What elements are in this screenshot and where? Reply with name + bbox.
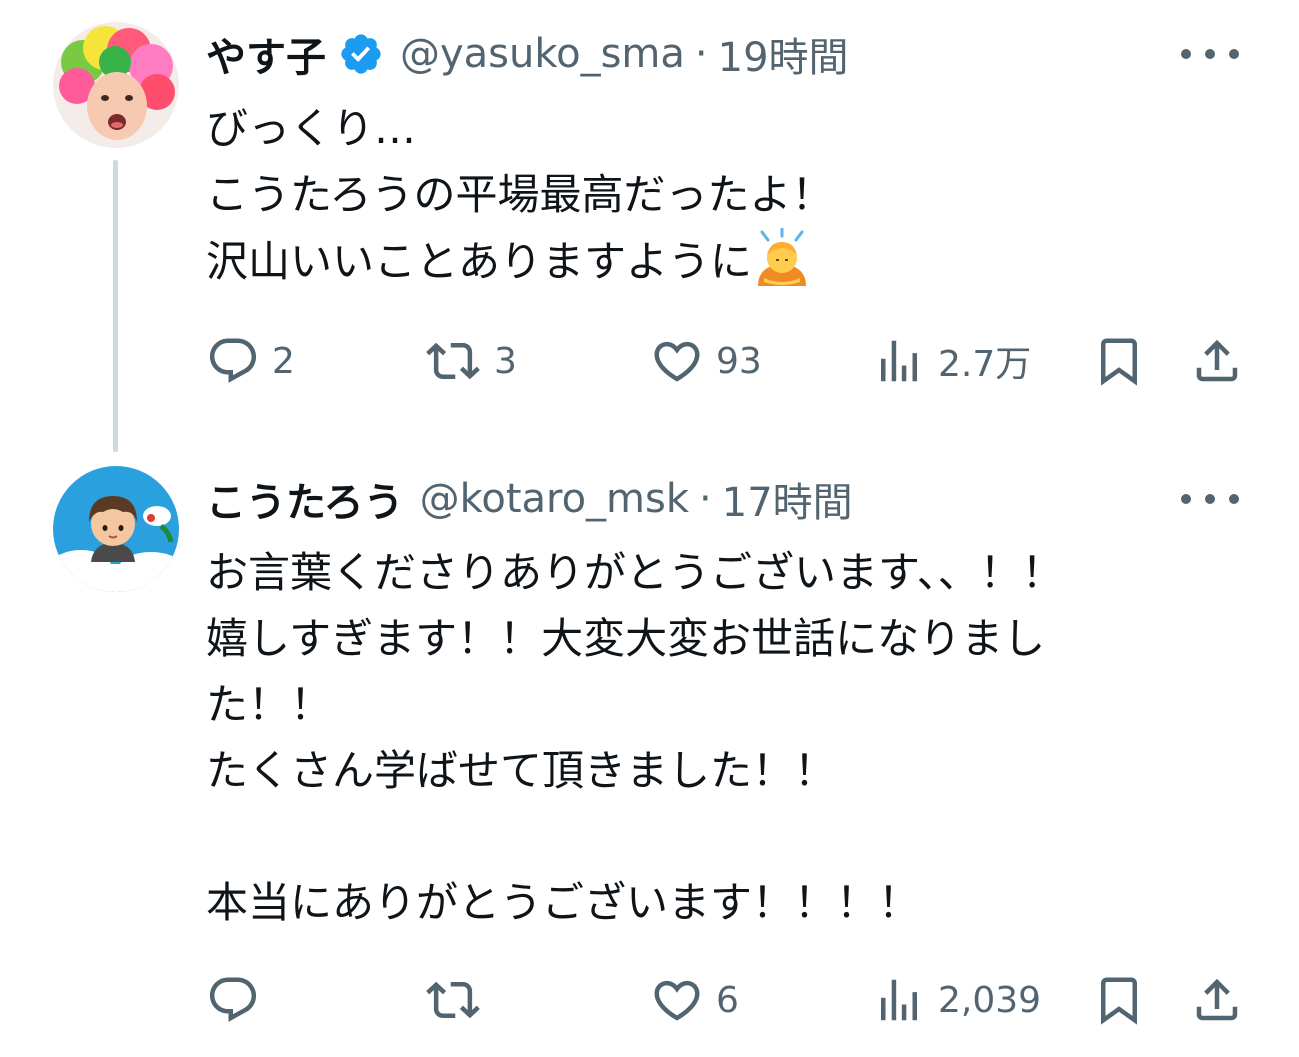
more-icon[interactable] xyxy=(1181,36,1239,72)
separator-dot: · xyxy=(694,31,708,77)
tweet-actions: 2 3 93 2.7万 xyxy=(206,329,1246,393)
like-icon xyxy=(650,334,704,388)
person-bowing-emoji-icon xyxy=(752,226,812,286)
share-button[interactable] xyxy=(1190,329,1244,393)
reply-button[interactable]: 2 xyxy=(206,329,295,393)
views-icon xyxy=(872,334,926,388)
like-icon xyxy=(650,973,704,1027)
reply-count: 2 xyxy=(272,340,295,382)
retweet-icon xyxy=(424,334,482,388)
more-icon[interactable] xyxy=(1181,481,1239,517)
share-icon xyxy=(1190,973,1244,1027)
tweet-line: たくさん学ばせて頂きました！！ xyxy=(206,746,837,795)
reply-button[interactable] xyxy=(206,968,272,1032)
views-count: 2,039 xyxy=(938,979,1042,1021)
bookmark-icon xyxy=(1092,973,1146,1027)
display-name[interactable]: やす子 xyxy=(206,25,326,83)
bookmark-icon xyxy=(1092,334,1146,388)
avatar-kotaro[interactable] xyxy=(53,466,179,592)
tweet-line: こうたろうの平場最高だったよ！ xyxy=(206,170,834,219)
tweet-line: 嬉しすぎます！！大変大変お世話になりまし xyxy=(206,614,1046,663)
avatar-yasuko[interactable] xyxy=(53,22,179,148)
retweet-count: 3 xyxy=(494,340,517,382)
retweet-button[interactable]: 3 xyxy=(424,329,517,393)
views-icon xyxy=(872,973,926,1027)
thread-connector-line xyxy=(113,160,118,452)
share-button[interactable] xyxy=(1190,968,1244,1032)
views-count: 2.7万 xyxy=(938,344,1032,385)
tweet-actions: 6 2,039 xyxy=(206,968,1246,1032)
share-icon xyxy=(1190,334,1244,388)
display-name[interactable]: こうたろう xyxy=(206,470,404,528)
tweet-line: 沢山いいことありますように xyxy=(206,237,753,286)
tweet-header: やす子 @yasuko_sma · 19時間 xyxy=(206,24,1239,84)
tweet-text: びっくり… こうたろうの平場最高だったよ！ 沢山いいことありますように xyxy=(206,96,1219,295)
reply-icon xyxy=(206,973,260,1027)
bookmark-button[interactable] xyxy=(1092,329,1146,393)
retweet-icon xyxy=(424,973,482,1027)
tweet-line: お言葉くださりありがとうございます、、！！ xyxy=(206,548,1064,597)
like-button[interactable]: 6 xyxy=(650,968,739,1032)
like-count: 6 xyxy=(716,979,739,1021)
timestamp[interactable]: 17時間 xyxy=(722,470,853,528)
bookmark-button[interactable] xyxy=(1092,968,1146,1032)
reply-icon xyxy=(206,334,260,388)
like-button[interactable]: 93 xyxy=(650,329,762,393)
verified-badge-icon xyxy=(338,31,384,77)
views-button[interactable]: 2.7万 xyxy=(872,329,1031,393)
like-count: 93 xyxy=(716,340,762,382)
tweet-text: お言葉くださりありがとうございます、、！！ 嬉しすぎます！！大変大変お世話になりま… xyxy=(206,540,1219,936)
views-button[interactable]: 2,039 xyxy=(872,968,1041,1032)
timestamp[interactable]: 19時間 xyxy=(718,25,849,83)
tweet-line: た！！ xyxy=(206,680,333,729)
retweet-button[interactable] xyxy=(424,968,494,1032)
user-handle[interactable]: @yasuko_sma xyxy=(400,31,685,77)
tweet-header: こうたろう @kotaro_msk · 17時間 xyxy=(206,469,1239,529)
tweet-line: びっくり… xyxy=(206,104,417,153)
tweet-line: 本当にありがとうございます！！！！ xyxy=(206,878,921,927)
user-handle[interactable]: @kotaro_msk xyxy=(420,476,689,522)
tweet-line xyxy=(206,804,1219,870)
separator-dot: · xyxy=(699,476,712,522)
